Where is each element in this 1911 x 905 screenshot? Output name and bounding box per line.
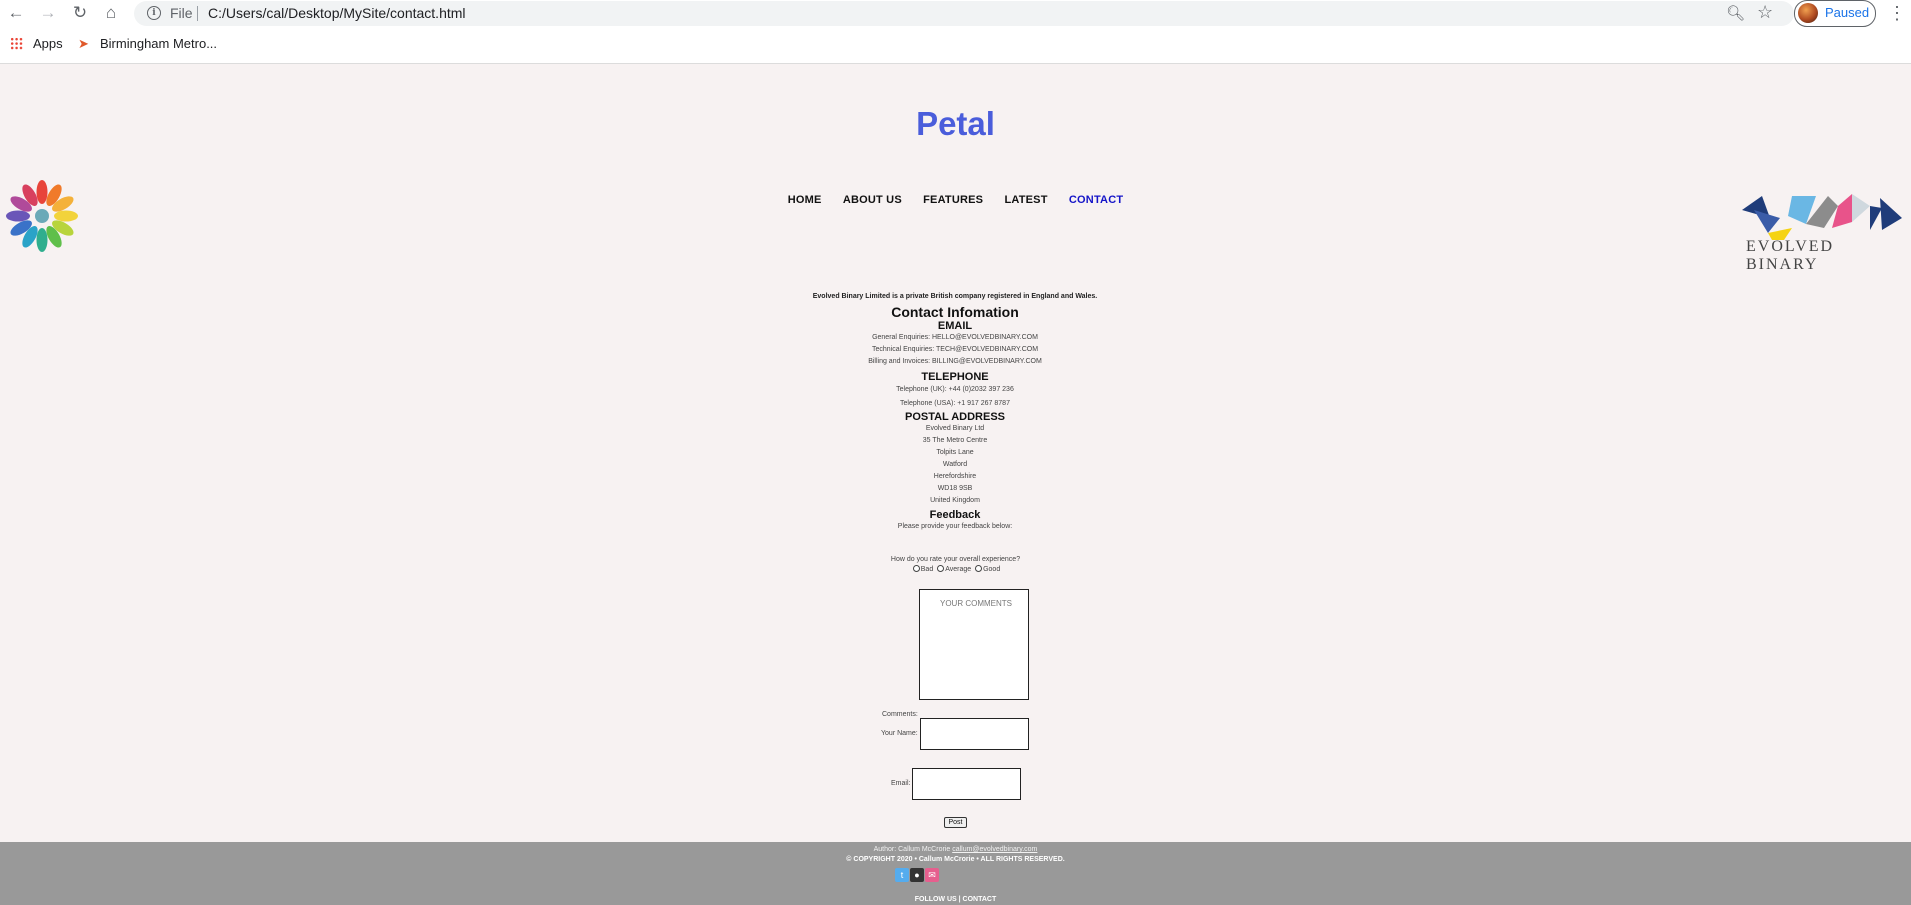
nav-home[interactable]: HOME xyxy=(788,194,822,206)
bookmark-apps[interactable]: Apps xyxy=(33,36,63,51)
more-menu-icon[interactable]: ⋮ xyxy=(1888,2,1906,24)
address-line: 35 The Metro Centre xyxy=(922,437,988,444)
forward-arrow-icon[interactable]: → xyxy=(38,3,58,23)
rating-good-radio[interactable] xyxy=(975,565,983,572)
rating-options: Bad Average Good xyxy=(0,565,1911,573)
site-footer: Author: Callum McCrorie callum@evolvedbi… xyxy=(0,842,1911,905)
browser-toolbar: ← → ↻ ⌂ i File C:/Users/cal/Desktop/MySi… xyxy=(0,0,1911,27)
home-icon[interactable]: ⌂ xyxy=(101,3,121,23)
address-line: United Kingdom xyxy=(930,497,980,504)
reload-icon[interactable]: ↻ xyxy=(70,3,90,23)
email-technical: Technical Enquiries: TECH@EVOLVEDBINARY.… xyxy=(871,346,1039,353)
github-icon[interactable]: ● xyxy=(910,868,924,882)
nav-latest[interactable]: LATEST xyxy=(1004,194,1047,206)
bookmark-star-icon[interactable]: ☆ xyxy=(1757,2,1775,22)
rating-bad-label: Bad xyxy=(920,566,934,573)
rating-good-label: Good xyxy=(983,566,1001,573)
contact-section: Evolved Binary Limited is a private Brit… xyxy=(655,290,1255,533)
evolved-binary-logo-text: EVOLVED BINARY xyxy=(1746,238,1835,273)
nav-contact[interactable]: CONTACT xyxy=(1069,194,1123,206)
comments-label: Comments: xyxy=(882,711,918,718)
nav-about-us[interactable]: ABOUT US xyxy=(843,194,902,206)
comments-placeholder: YOUR COMMENTS xyxy=(940,599,1012,608)
url-scheme: File xyxy=(170,5,193,21)
main-nav: HOME ABOUT US FEATURES LATEST CONTACT xyxy=(0,194,1911,206)
post-button[interactable]: Post xyxy=(944,817,967,828)
footer-follow-links[interactable]: FOLLOW US | CONTACT xyxy=(0,896,1911,903)
address-line: Herefordshire xyxy=(933,473,977,480)
footer-author-name: Author: Callum McCrorie xyxy=(873,846,951,853)
feedback-prompt: Please provide your feedback below: xyxy=(897,523,1013,530)
name-label: Your Name: xyxy=(881,730,918,737)
address-line: Tolpits Lane xyxy=(936,449,974,456)
apps-grid-icon[interactable] xyxy=(10,37,23,50)
contact-heading: Contact Infomation xyxy=(891,304,1019,320)
address-line: Watford xyxy=(942,461,968,468)
address-line: Evolved Binary Ltd xyxy=(925,425,985,432)
twitter-icon[interactable]: t xyxy=(895,868,909,882)
rating-question: How do you rate your overall experience? xyxy=(890,556,1021,563)
site-title: Petal xyxy=(916,105,995,142)
info-icon[interactable]: i xyxy=(147,6,161,20)
address-divider xyxy=(197,6,198,21)
bookmark-birmingham-metro[interactable]: Birmingham Metro... xyxy=(100,36,217,51)
email-heading: EMAIL xyxy=(937,320,973,332)
email-label: Email: xyxy=(891,780,911,787)
mail-icon[interactable]: ✉ xyxy=(925,868,939,882)
rating-bad-radio[interactable] xyxy=(912,565,920,572)
phone-uk: Telephone (UK): +44 (0)2032 397 236 xyxy=(896,386,1014,393)
telephone-heading: TELEPHONE xyxy=(921,371,989,383)
address-bar[interactable]: i File C:/Users/cal/Desktop/MySite/conta… xyxy=(134,1,1794,26)
back-arrow-icon[interactable]: ← xyxy=(6,3,26,23)
location-arrow-icon: ➤ xyxy=(78,36,89,51)
comments-textarea[interactable]: YOUR COMMENTS xyxy=(919,589,1029,700)
nav-features[interactable]: FEATURES xyxy=(923,194,983,206)
feedback-heading: Feedback xyxy=(929,509,981,521)
bookmarks-bar: Apps ➤ Birmingham Metro... xyxy=(0,32,1911,56)
petal-flower-logo xyxy=(6,180,78,252)
footer-copyright: © COPYRIGHT 2020 • Callum McCrorie • ALL… xyxy=(846,856,1065,863)
postal-heading: POSTAL ADDRESS xyxy=(904,411,1006,423)
email-billing: Billing and Invoices: BILLING@EVOLVEDBIN… xyxy=(868,358,1042,365)
profile-status: Paused xyxy=(1825,5,1870,20)
browser-chrome: ← → ↻ ⌂ i File C:/Users/cal/Desktop/MySi… xyxy=(0,0,1911,64)
phone-usa: Telephone (USA): +1 917 267 8787 xyxy=(900,400,1010,407)
email-field[interactable] xyxy=(912,768,1021,800)
footer-author: Author: Callum McCrorie callum@evolvedbi… xyxy=(0,846,1911,853)
address-line: WD18 9SB xyxy=(937,485,973,492)
legal-note: Evolved Binary Limited is a private Brit… xyxy=(812,293,1098,300)
avatar xyxy=(1798,3,1818,23)
name-field[interactable] xyxy=(920,718,1029,750)
social-links: t ● ✉ xyxy=(895,868,940,882)
email-general: General Enquiries: HELLO@EVOLVEDBINARY.C… xyxy=(872,334,1038,341)
zoom-icon[interactable]: 🔍︎ xyxy=(1726,4,1745,22)
rating-average-radio[interactable] xyxy=(937,565,945,572)
rating-average-label: Average xyxy=(945,566,972,573)
url-text[interactable]: C:/Users/cal/Desktop/MySite/contact.html xyxy=(208,5,466,21)
footer-author-email[interactable]: callum@evolvedbinary.com xyxy=(952,846,1037,853)
profile-button[interactable]: Paused xyxy=(1794,0,1876,27)
